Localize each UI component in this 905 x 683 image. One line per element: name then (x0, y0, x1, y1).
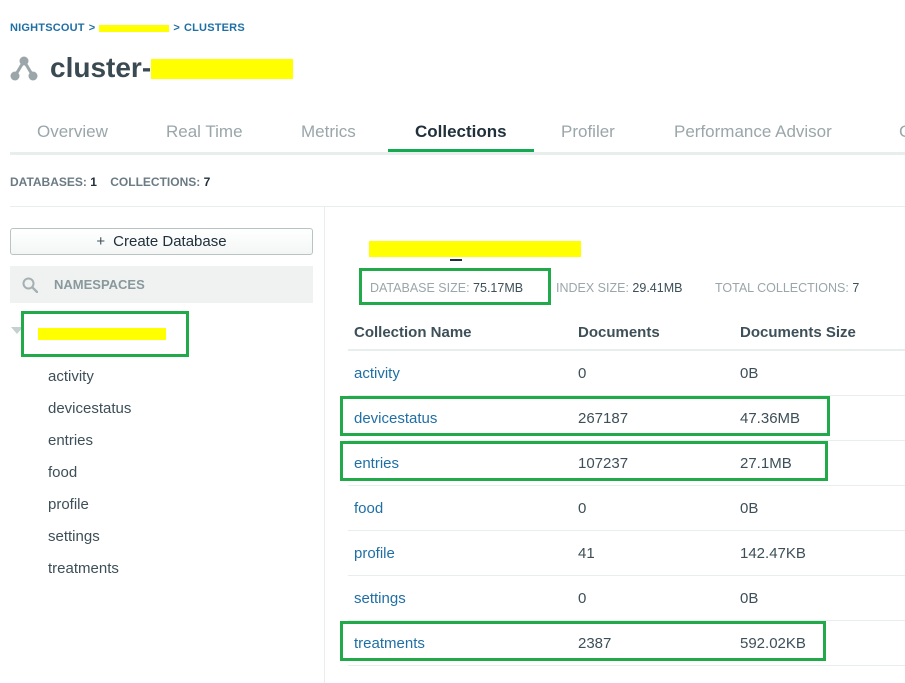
sidebar-item-treatments[interactable]: treatments (48, 560, 131, 592)
databases-count: 1 (90, 175, 97, 189)
sidebar-item-settings[interactable]: settings (48, 528, 131, 560)
tab-metrics[interactable]: Metrics (301, 122, 356, 142)
caret-down-icon[interactable] (11, 327, 23, 334)
tab-real-time[interactable]: Real Time (166, 122, 243, 142)
column-header-documents-size[interactable]: Documents Size (734, 315, 905, 351)
tab-overflow[interactable]: C (899, 122, 905, 142)
documents-size: 0B (734, 485, 905, 531)
documents-count: 41 (572, 530, 734, 576)
sidebar-item-entries[interactable]: entries (48, 432, 131, 464)
page-header: cluster- (10, 52, 294, 84)
table-row: treatments 2387 592.02KB (348, 620, 905, 666)
tab-bar: Overview Real Time Metrics Collections P… (10, 110, 905, 155)
documents-count: 267187 (572, 395, 734, 441)
tab-performance-advisor[interactable]: Performance Advisor (674, 122, 832, 142)
collection-name-link[interactable]: treatments (348, 620, 572, 666)
documents-count: 0 (572, 485, 734, 531)
documents-size: 0B (734, 350, 905, 396)
collections-count: 7 (203, 175, 211, 189)
databases-label: DATABASES: (10, 175, 87, 189)
tab-collections[interactable]: Collections (415, 122, 507, 142)
namespace-search-input[interactable] (52, 276, 296, 293)
redacted-database-title (369, 241, 581, 257)
page-title: cluster- (50, 52, 294, 84)
column-header-collection-name[interactable]: Collection Name (348, 315, 572, 351)
database-size-stat: DATABASE SIZE: 75.17MB (370, 281, 523, 295)
active-tab-indicator (388, 149, 534, 152)
sidebar-item-activity[interactable]: activity (48, 368, 131, 400)
documents-size: 142.47KB (734, 530, 905, 576)
page-title-prefix: cluster- (50, 52, 152, 83)
database-stats: DATABASE SIZE: 75.17MB INDEX SIZE: 29.41… (370, 281, 900, 297)
plus-icon: + (96, 233, 106, 250)
breadcrumb-separator: > (88, 22, 96, 34)
table-header-row: Collection Name Documents Documents Size (348, 315, 905, 351)
index-size-stat: INDEX SIZE: 29.41MB (556, 281, 682, 295)
search-icon (22, 277, 38, 293)
table-row: profile 41 142.47KB (348, 530, 905, 576)
documents-size: 0B (734, 575, 905, 621)
documents-size: 592.02KB (734, 620, 905, 666)
cluster-stats: DATABASES: 1 COLLECTIONS: 7 (10, 175, 210, 189)
table-row: settings 0 0B (348, 575, 905, 621)
documents-size: 47.36MB (734, 395, 905, 441)
index-size-label: INDEX SIZE: (556, 281, 629, 295)
documents-count: 0 (572, 350, 734, 396)
database-size-label: DATABASE SIZE: (370, 281, 470, 295)
database-size-value: 75.17MB (473, 281, 524, 295)
collection-name-link[interactable]: settings (348, 575, 572, 621)
documents-count: 2387 (572, 620, 734, 666)
collection-name-link[interactable]: entries (348, 440, 572, 486)
divider (10, 206, 905, 207)
sidebar-item-food[interactable]: food (48, 464, 131, 496)
total-collections-label: TOTAL COLLECTIONS: (715, 281, 849, 295)
table-row: entries 107237 27.1MB (348, 440, 905, 486)
cluster-icon (10, 56, 38, 81)
collections-label: COLLECTIONS: (110, 175, 201, 189)
collections-table: Collection Name Documents Documents Size… (348, 315, 905, 666)
sidebar-database-item[interactable] (38, 327, 166, 344)
tab-profiler[interactable]: Profiler (561, 122, 615, 142)
breadcrumb-separator: > (173, 22, 180, 34)
breadcrumb: NIGHTSCOUT > > CLUSTERS (10, 22, 245, 34)
redacted-database-name (38, 328, 166, 340)
sidebar-divider (324, 207, 325, 683)
sidebar-item-profile[interactable]: profile (48, 496, 131, 528)
table-row: devicestatus 267187 47.36MB (348, 395, 905, 441)
table-row: food 0 0B (348, 485, 905, 531)
total-collections-value: 7 (852, 281, 860, 295)
create-database-label: Create Database (113, 233, 227, 250)
tab-overview[interactable]: Overview (37, 122, 108, 142)
sidebar-collection-list: activity devicestatus entries food profi… (48, 368, 131, 592)
collection-name-link[interactable]: devicestatus (348, 395, 572, 441)
table-row: activity 0 0B (348, 350, 905, 396)
documents-count: 0 (572, 575, 734, 621)
collection-name-link[interactable]: profile (348, 530, 572, 576)
collection-name-link[interactable]: activity (348, 350, 572, 396)
redacted-project-name (99, 25, 170, 32)
collection-name-link[interactable]: food (348, 485, 572, 531)
column-header-documents[interactable]: Documents (572, 315, 734, 351)
database-title-fragment (450, 259, 462, 261)
breadcrumb-root-link[interactable]: NIGHTSCOUT (10, 22, 85, 34)
redacted-cluster-name (151, 59, 294, 79)
create-database-button[interactable]: + Create Database (10, 228, 313, 255)
documents-count: 107237 (572, 440, 734, 486)
sidebar-item-devicestatus[interactable]: devicestatus (48, 400, 131, 432)
index-size-value: 29.41MB (632, 281, 683, 295)
namespace-search (10, 266, 313, 303)
breadcrumb-clusters-link[interactable]: CLUSTERS (184, 22, 245, 34)
documents-size: 27.1MB (734, 440, 905, 486)
total-collections-stat: TOTAL COLLECTIONS: 7 (715, 281, 859, 295)
